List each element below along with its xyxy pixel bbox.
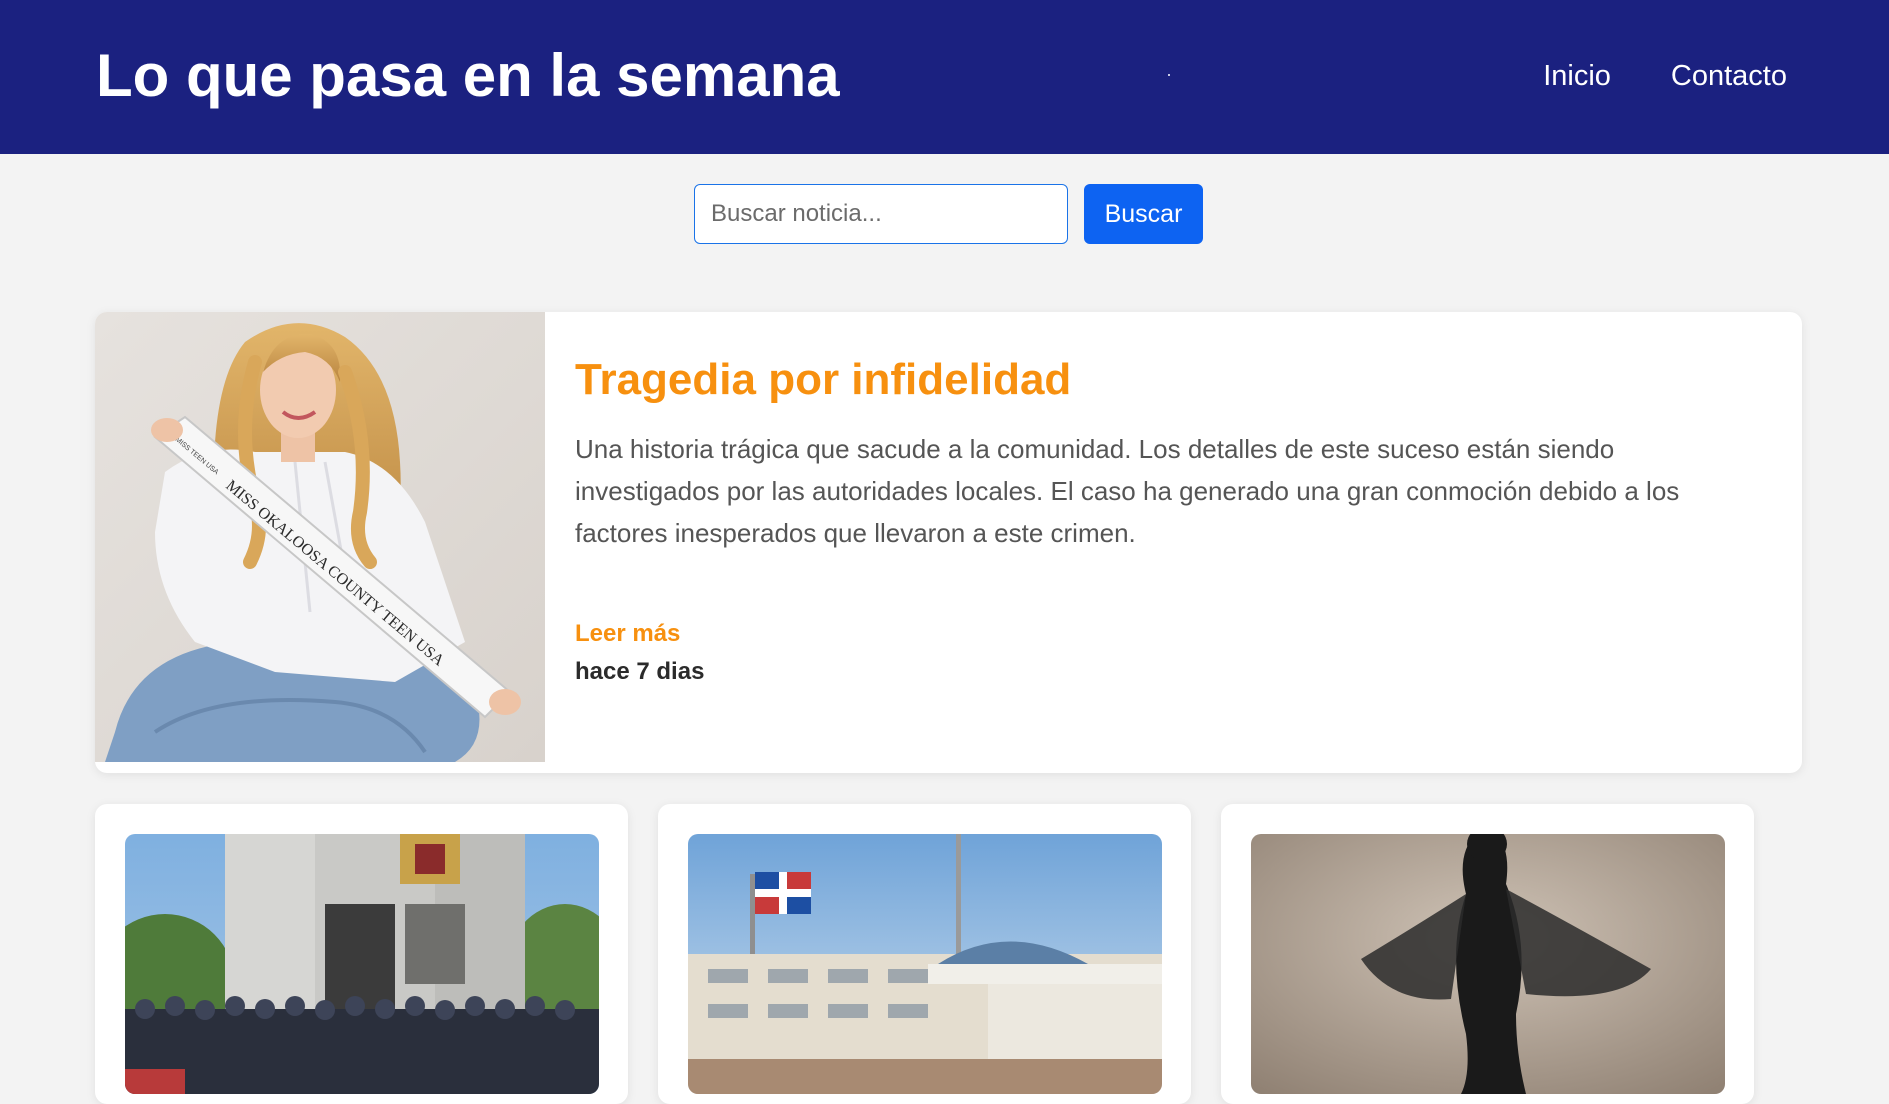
- read-more-link[interactable]: Leer más: [575, 618, 1755, 650]
- header-dot: [1168, 74, 1170, 76]
- featured-title[interactable]: Tragedia por infidelidad: [575, 352, 1755, 408]
- featured-summary: Una historia trágica que sacude a la com…: [575, 434, 1680, 548]
- main-nav: Inicio Contacto: [1543, 56, 1787, 96]
- featured-image[interactable]: MISS OKALOOSA COUNTY TEEN USA MISS TEEN …: [95, 312, 545, 762]
- news-card-image[interactable]: [125, 834, 599, 1094]
- news-card[interactable]: [95, 804, 628, 1104]
- dominican-flag-icon: [755, 872, 811, 914]
- nav-link-inicio[interactable]: Inicio: [1543, 56, 1611, 96]
- site-title: Lo que pasa en la semana: [96, 42, 840, 109]
- news-card[interactable]: [658, 804, 1191, 1104]
- featured-content: Tragedia por infidelidad Una historia tr…: [575, 352, 1755, 688]
- search-button[interactable]: Buscar: [1084, 184, 1203, 244]
- news-card-image[interactable]: [688, 834, 1162, 1094]
- nav-link-contacto[interactable]: Contacto: [1671, 56, 1787, 96]
- published-time: hace 7 dias: [575, 658, 705, 685]
- news-card[interactable]: [1221, 804, 1754, 1104]
- featured-article-card: MISS OKALOOSA COUNTY TEEN USA MISS TEEN …: [95, 312, 1802, 773]
- site-header: Lo que pasa en la semana Inicio Contacto: [0, 0, 1889, 154]
- search-input[interactable]: [694, 184, 1068, 244]
- news-card-image[interactable]: [1251, 834, 1725, 1094]
- search-bar: Buscar: [694, 184, 1203, 244]
